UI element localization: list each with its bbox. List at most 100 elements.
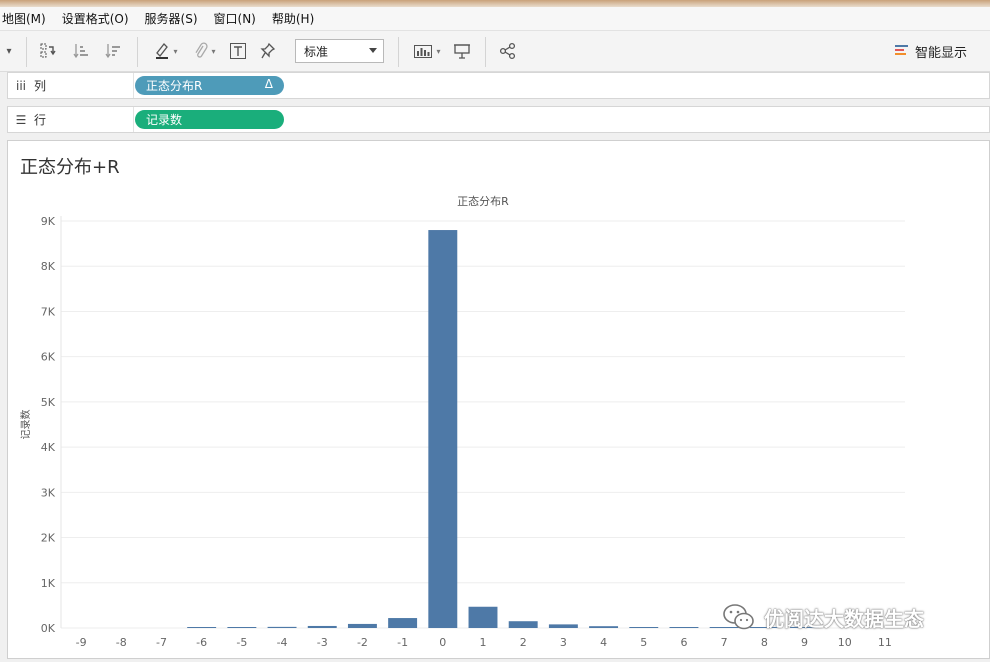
wechat-icon [723,604,754,630]
highlighter-icon [156,43,169,59]
group-members-button[interactable]: ▾ [188,39,222,63]
x-tick-label: 4 [600,636,607,649]
rows-pill-label: 记录数 [146,113,183,127]
rows-shelf[interactable]: ☰ 行 记录数 [7,106,990,133]
x-tick-label: 2 [520,636,527,649]
show-mark-labels-button[interactable] [228,39,248,63]
watermark-text: 优阅达大数据生态 [764,606,924,631]
x-tick-label: -1 [397,636,408,649]
mark-size-dropdown[interactable]: 标准 [295,39,384,63]
bar [227,627,257,628]
toolbar-overflow-button[interactable]: ▾ [0,39,18,63]
share-icon [499,42,516,60]
chevron-down-icon: ▾ [173,46,178,56]
bar [187,627,217,628]
show-cards-button[interactable]: ▾ [409,39,445,63]
x-tick-label: -3 [317,636,328,649]
toolbar-separator [137,37,138,67]
bar [307,625,337,628]
paperclip-icon [195,42,209,58]
sort-descending-icon [105,44,120,59]
rows-shelf-label: ☰ 行 [8,107,134,132]
y-axis-title: 记录数 [19,410,32,440]
show-me-button[interactable]: 智能显示 [895,39,967,63]
sort-descending-button[interactable] [102,39,124,63]
bar [548,624,578,628]
y-tick-label: 8K [41,260,56,273]
chevron-down-icon [369,48,377,53]
bar [468,606,498,628]
x-tick-label: 3 [560,636,567,649]
x-tick-label: -2 [357,636,368,649]
x-tick-label: -5 [236,636,247,649]
menu-window[interactable]: 窗口(N) [206,10,264,27]
delta-icon: Δ [264,77,273,91]
y-tick-label: 3K [41,486,56,499]
y-tick-label: 1K [41,577,56,590]
x-tick-label: -6 [196,636,207,649]
bar [428,230,458,628]
columns-pill-label: 正态分布R [146,79,203,93]
columns-shelf[interactable]: iii 列 正态分布R Δ [7,72,990,99]
visualization-area[interactable]: 正态分布+R 正态分布R 0K 1K 2K 3K 4K 5K 6K 7K 8K 9K 记录数 -9 -8-… [7,140,990,659]
share-button[interactable] [497,39,519,63]
x-tick-label: 0 [439,636,446,649]
chevron-down-icon: ▾ [436,46,441,56]
watermark: 优阅达大数据生态 [722,600,924,634]
y-tick-label: 0K [41,622,56,635]
menu-help[interactable]: 帮助(H) [264,10,322,27]
rows-pill[interactable]: 记录数 [135,110,284,129]
fix-axes-button[interactable] [258,39,278,63]
x-tick-label: -9 [76,636,87,649]
text-label-icon [230,43,246,59]
window-top-strip [0,0,990,7]
x-tick-label: 8 [761,636,768,649]
menu-server[interactable]: 服务器(S) [137,10,206,27]
x-tick-label: 5 [640,636,647,649]
bar [388,618,418,628]
columns-pill[interactable]: 正态分布R Δ [135,76,284,95]
x-tick-label: 7 [721,636,728,649]
bar-chart-icon [414,45,433,58]
bar [629,627,659,628]
menu-format[interactable]: 设置格式(O) [54,10,137,27]
y-tick-label: 6K [41,351,56,364]
toolbar-separator [26,37,27,67]
x-tick-label: -8 [116,636,127,649]
rows-icon: ☰ [15,112,27,127]
x-tick-label: 6 [680,636,687,649]
bar [267,626,297,628]
pin-icon [260,42,276,59]
toolbar-separator [398,37,399,67]
bar [589,626,619,628]
y-tick-label: 4K [41,441,56,454]
y-tick-label: 2K [41,532,56,545]
bar-chart[interactable]: 正态分布R 0K 1K 2K 3K 4K 5K 6K 7K 8K 9K 记录数 -9 -8 -7 -6 -5 -4… [8,141,989,658]
toolbar-separator [485,37,486,67]
x-tick-label: 1 [480,636,487,649]
column-header: 正态分布R [457,195,509,208]
show-me-label: 智能显示 [915,45,968,61]
bar [347,623,377,628]
y-tick-label: 9K [41,215,56,228]
mark-size-value: 标准 [304,44,329,59]
x-tick-label: -4 [277,636,288,649]
columns-icon: iii [15,78,26,93]
swap-rows-columns-button[interactable] [37,39,59,63]
x-tick-label: 11 [878,636,892,649]
y-tick-label: 7K [41,305,56,318]
show-me-icon [895,45,909,57]
toolbar: ▾ ▾ ▾ 标准 ▾ 智能显示 [0,31,990,72]
bar [508,621,538,628]
columns-shelf-label: iii 列 [8,73,134,98]
y-tick-label: 5K [41,396,56,409]
swap-icon [40,43,56,58]
presentation-mode-button[interactable] [451,39,473,63]
x-tick-label: -7 [156,636,167,649]
sort-ascending-icon [73,44,88,59]
sort-ascending-button[interactable] [70,39,92,63]
presentation-icon [454,44,470,59]
x-tick-label: 9 [801,636,808,649]
highlight-button[interactable]: ▾ [149,39,183,63]
menu-map[interactable]: 地图(M) [0,10,54,27]
